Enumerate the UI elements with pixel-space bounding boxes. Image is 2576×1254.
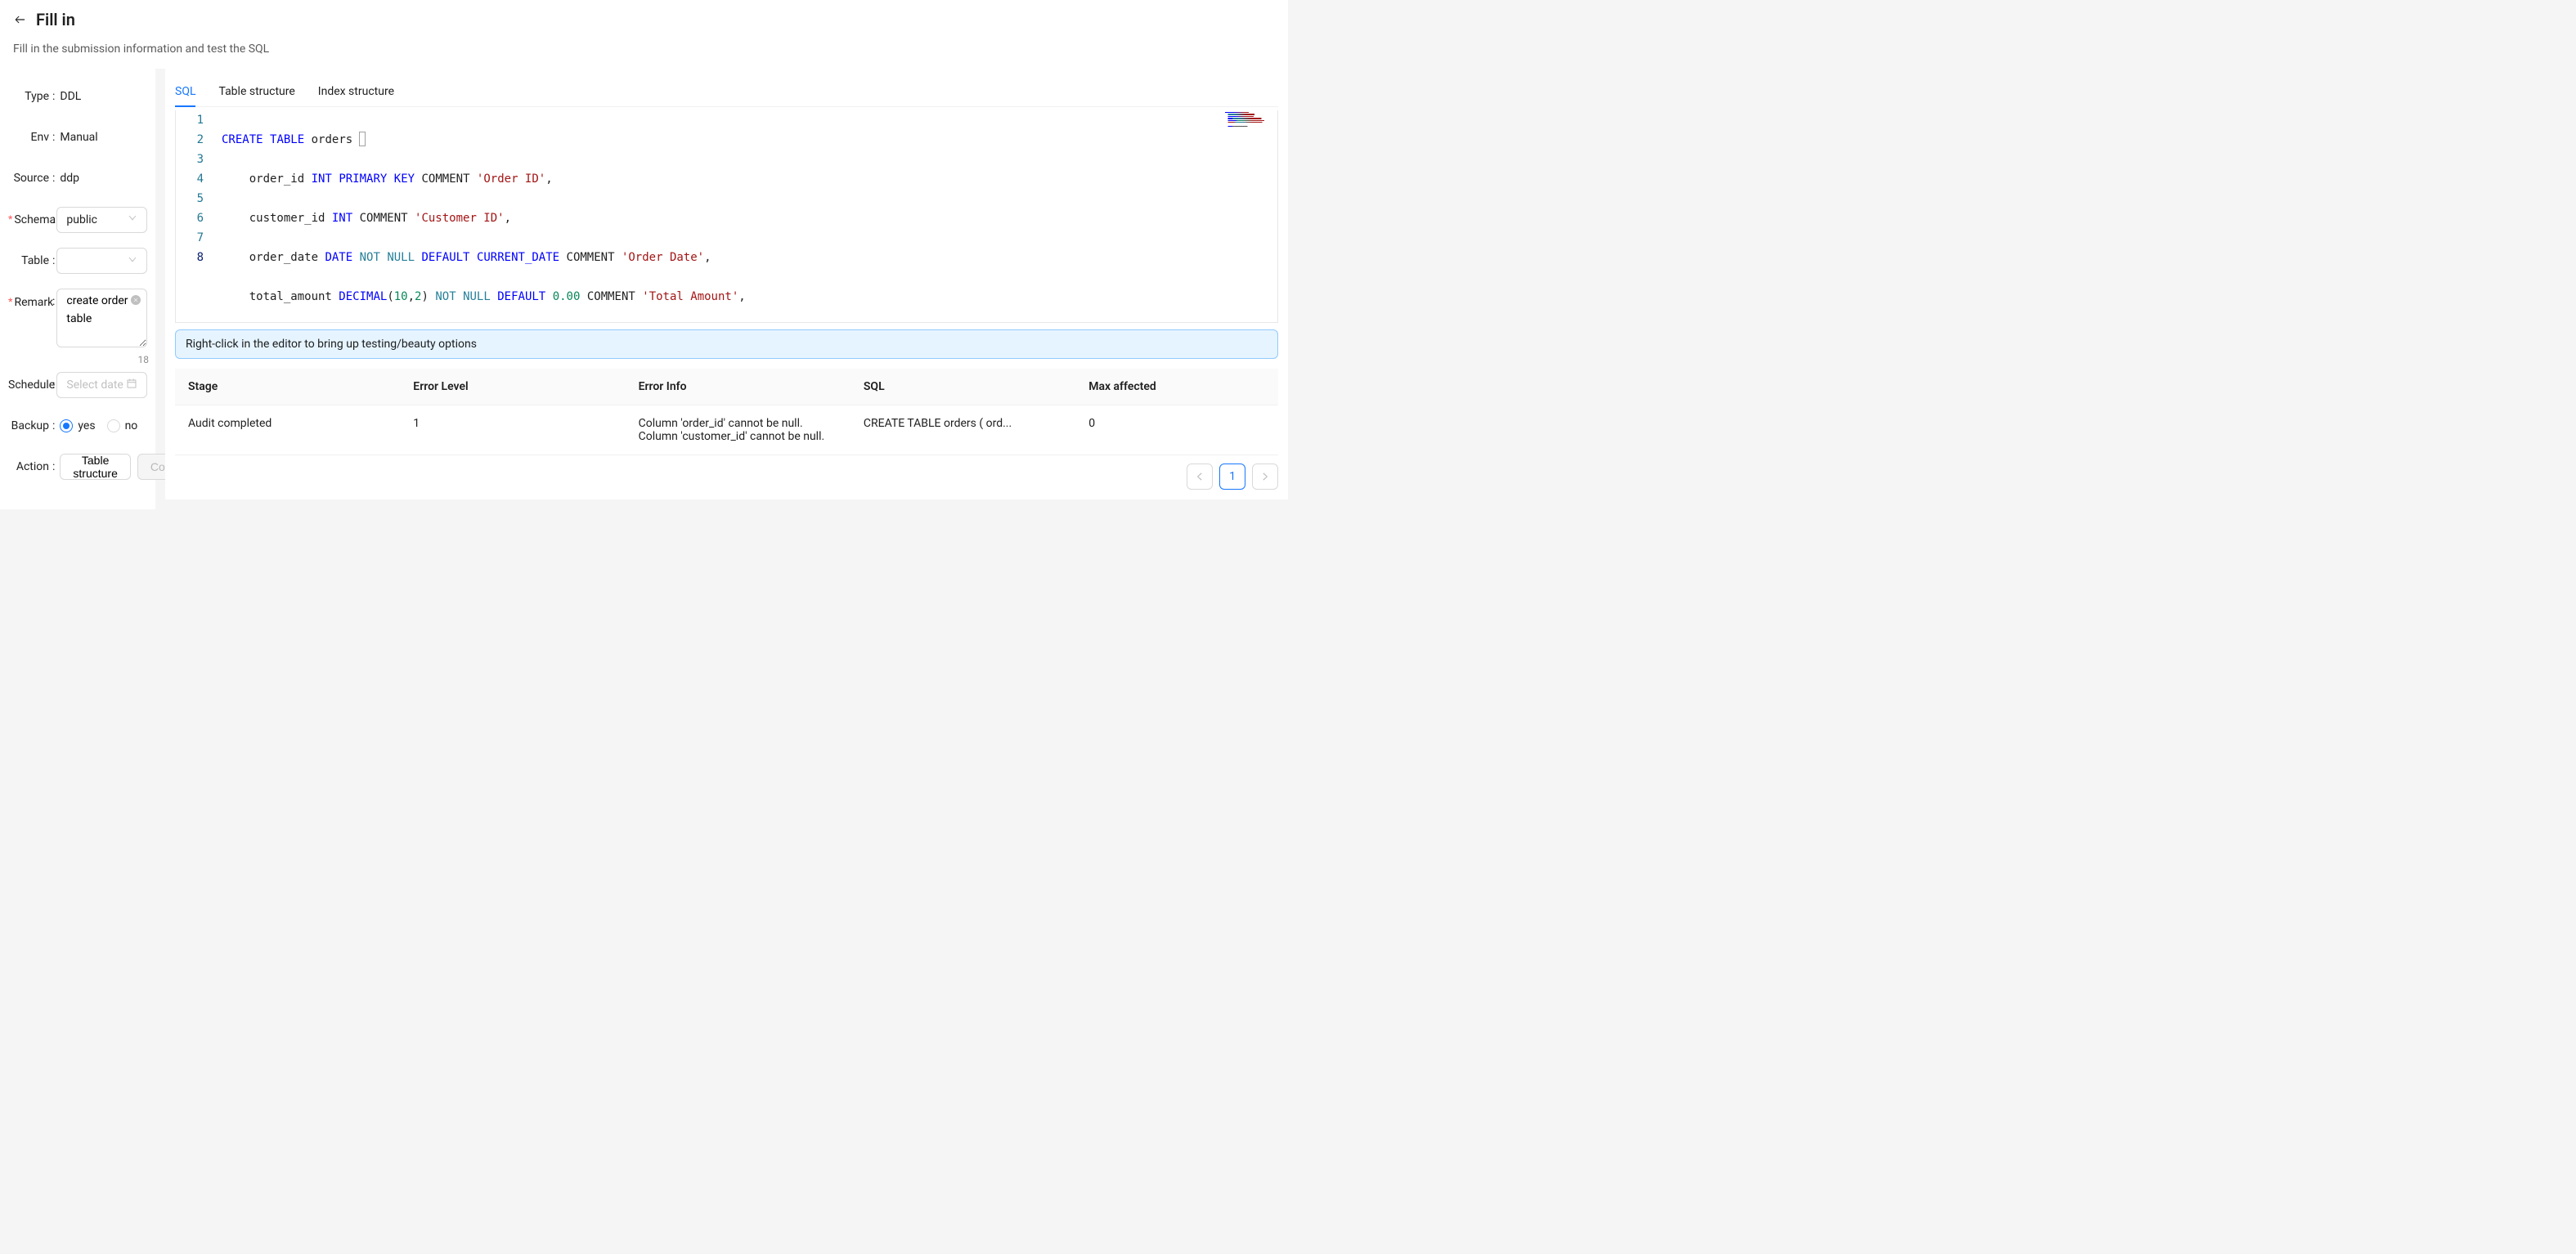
- page-title: Fill in: [36, 10, 75, 29]
- backup-radio-yes[interactable]: yes: [60, 419, 95, 432]
- remark-counter: 18: [138, 354, 150, 365]
- back-arrow-icon[interactable]: [13, 13, 26, 26]
- chevron-down-icon: [128, 213, 137, 226]
- table-label: Table: [8, 248, 51, 274]
- source-label: Source: [8, 165, 51, 191]
- tab-table-structure[interactable]: Table structure: [218, 77, 294, 106]
- cell-stage: Audit completed: [175, 405, 400, 455]
- minimap[interactable]: [1225, 112, 1274, 145]
- schema-select[interactable]: public: [56, 207, 147, 233]
- backup-label: Backup: [8, 413, 51, 439]
- tabs: SQL Table structure Index structure: [175, 77, 1278, 107]
- cell-error-level: 1: [400, 405, 625, 455]
- calendar-icon: [126, 378, 137, 392]
- pagination-next[interactable]: [1252, 464, 1278, 490]
- source-value: ddp: [56, 165, 147, 191]
- cell-sql: CREATE TABLE orders ( ord...: [850, 405, 1075, 455]
- env-label: Env: [8, 124, 51, 150]
- backup-radio-no[interactable]: no: [107, 419, 138, 432]
- table-row: Audit completed 1 Column 'order_id' cann…: [175, 405, 1278, 455]
- th-sql: SQL: [850, 369, 1075, 405]
- type-value: DDL: [56, 83, 147, 110]
- schedule-date-input[interactable]: Select date: [56, 372, 147, 398]
- schema-label: *Schema: [8, 206, 51, 233]
- th-max-affected: Max affected: [1075, 369, 1278, 405]
- code-area[interactable]: CREATE TABLE orders order_id INT PRIMARY…: [215, 110, 1277, 322]
- chevron-down-icon: [128, 255, 137, 267]
- editor-panel: SQL Table structure Index structure 1 2 …: [165, 69, 1288, 499]
- schema-select-value: public: [66, 213, 97, 226]
- radio-checked-icon: [60, 419, 73, 432]
- pagination-prev[interactable]: [1187, 464, 1213, 490]
- schedule-label: Schedule: [8, 372, 51, 398]
- cell-error-info: Column 'order_id' cannot be null. Column…: [626, 405, 850, 455]
- page-subtitle: Fill in the submission information and t…: [13, 36, 1275, 56]
- tab-index-structure[interactable]: Index structure: [318, 77, 394, 106]
- radio-unchecked-icon: [107, 419, 120, 432]
- table-select[interactable]: [56, 248, 147, 274]
- type-label: Type: [8, 83, 51, 110]
- clear-icon[interactable]: [131, 295, 141, 305]
- line-gutter: 1 2 3 4 5 6 7 8: [176, 110, 215, 322]
- pagination: 1: [175, 464, 1278, 490]
- tab-sql[interactable]: SQL: [175, 77, 195, 106]
- form-panel: Type: DDL Env: Manual Source: ddp *Schem…: [0, 69, 155, 509]
- pagination-page-1[interactable]: 1: [1219, 464, 1245, 490]
- chevron-left-icon: [1195, 472, 1205, 481]
- remark-label: *Remark: [8, 289, 51, 316]
- sql-editor[interactable]: 1 2 3 4 5 6 7 8 CREATE TABLE orders orde…: [175, 110, 1278, 323]
- th-stage: Stage: [175, 369, 400, 405]
- chevron-right-icon: [1260, 472, 1270, 481]
- th-error-info: Error Info: [626, 369, 850, 405]
- action-label: Action: [8, 454, 51, 480]
- table-structure-button[interactable]: Table structure: [60, 454, 130, 480]
- schedule-placeholder: Select date: [66, 378, 123, 392]
- editor-hint-alert: Right-click in the editor to bring up te…: [175, 329, 1278, 359]
- cell-max-affected: 0: [1075, 405, 1278, 455]
- env-value: Manual: [56, 124, 147, 150]
- th-error-level: Error Level: [400, 369, 625, 405]
- audit-table: Stage Error Level Error Info SQL Max aff…: [175, 369, 1278, 455]
